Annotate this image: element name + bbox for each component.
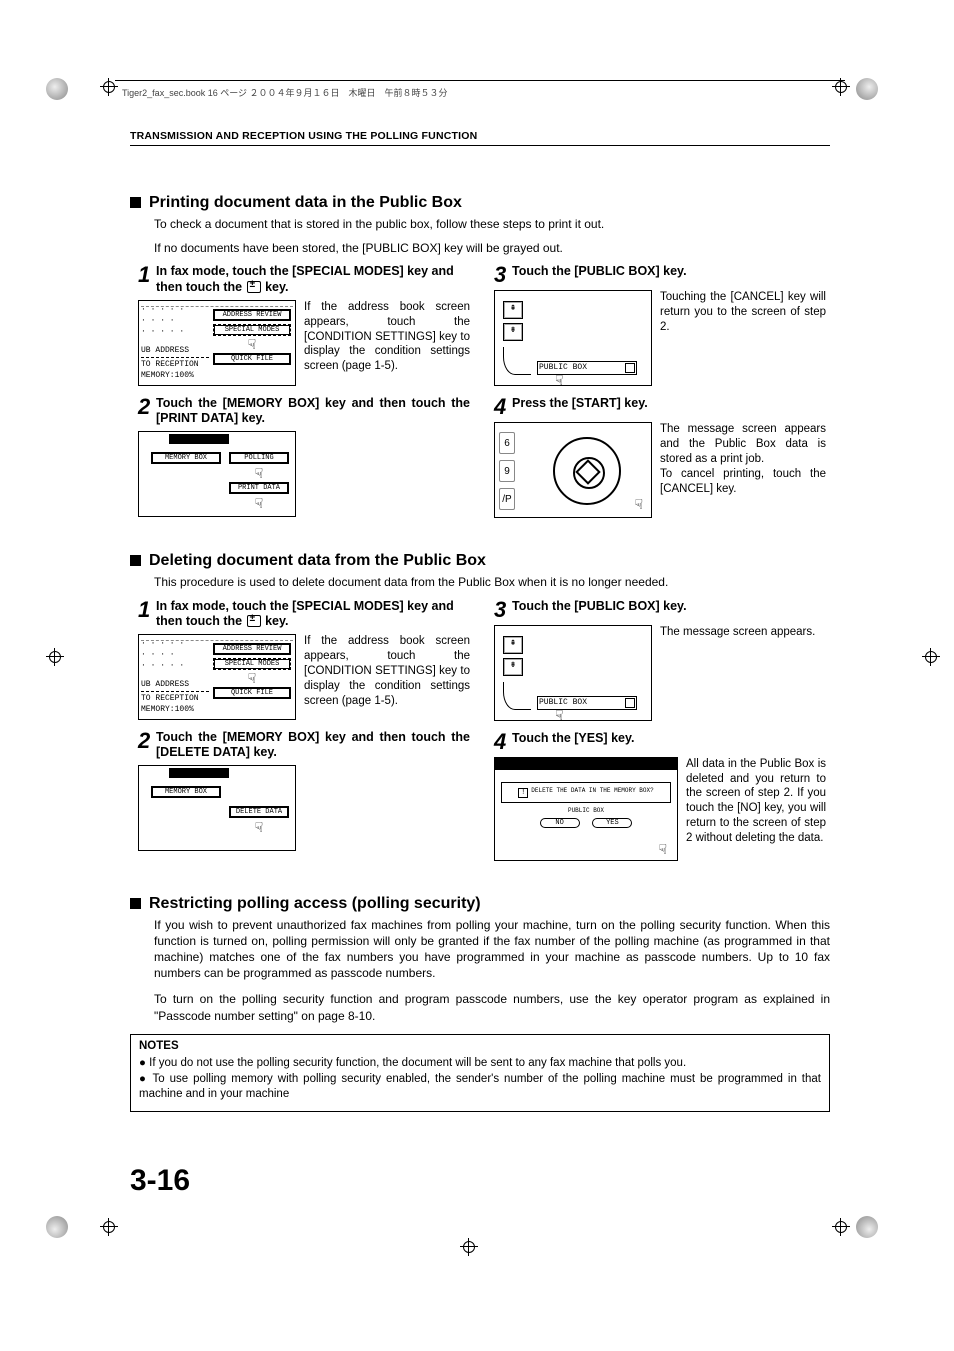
yes-button[interactable]: YES [592,818,632,828]
keypad-9[interactable]: 9 [499,460,515,482]
hand-pointer-icon: ☟ [555,710,563,724]
address-review-button[interactable]: ADDRESS REVIEW [213,309,291,321]
panel-start-key: 6 9 /P ☟ [494,422,652,518]
print-step1: In fax mode, touch the [SPECIAL MODES] k… [156,264,470,295]
notes-item1: If you do not use the polling security f… [139,1056,821,1072]
hand-pointer-icon: ☟ [213,339,291,353]
hand-pointer-icon: ☟ [229,468,289,482]
step-number: 2 [138,396,156,427]
plus-minus-key-icon [247,615,261,627]
step-number: 4 [494,731,512,753]
print-step1-desc: If the address book screen appears, touc… [304,300,470,386]
public-box-button[interactable]: PUBLIC BOX [537,696,637,710]
cropmark-info: Tiger2_fax_sec.book 16 ページ ２００４年９月１６日 木曜… [122,86,448,99]
print-step4-desc: The message screen appears and the Publi… [660,422,826,518]
polling-button[interactable]: POLLING [229,452,289,464]
step-number: 1 [138,264,156,295]
print-step2: Touch the [MEMORY BOX] key and then touc… [156,396,470,427]
special-modes-button[interactable]: SPECIAL MODES [213,324,291,336]
delete-step3-desc: The message screen appears. [660,625,815,721]
hand-pointer-icon: ☟ [659,844,667,858]
quick-file-button[interactable]: QUICK FILE [213,353,291,365]
delete-step3: Touch the [PUBLIC BOX] key. [512,599,687,621]
delete-data-button[interactable]: DELETE DATA [229,806,289,818]
page-number: 3-16 [130,1164,190,1198]
address-review-button[interactable]: ADDRESS REVIEW [213,643,291,655]
panel-confirm-dialog: !DELETE THE DATA IN THE MEMORY BOX? PUBL… [494,757,678,861]
step-number: 3 [494,599,512,621]
hand-pointer-icon: ☟ [635,499,643,513]
hand-pointer-icon: ☟ [229,498,289,512]
step-number: 1 [138,599,156,630]
section-delete-title: Deleting document data from the Public B… [130,552,830,570]
hand-pointer-icon: ☟ [555,375,563,389]
doc-icon [625,698,635,708]
notes-item2: To use polling memory with polling secur… [139,1072,821,1103]
print-step3: Touch the [PUBLIC BOX] key. [512,264,687,286]
special-modes-button[interactable]: SPECIAL MODES [213,658,291,670]
restrict-para1: If you wish to prevent unauthorized fax … [154,917,830,982]
doc-icon [625,363,635,373]
delete-step1: In fax mode, touch the [SPECIAL MODES] k… [156,599,470,630]
step-number: 3 [494,264,512,286]
section-print-intro2: If no documents have been stored, the [P… [154,240,830,256]
plus-minus-key-icon [247,281,261,293]
memory-box-button[interactable]: MEMORY BOX [151,452,221,464]
step-number: 2 [138,730,156,761]
down-arrow-icon[interactable]: ⇟ [503,323,523,341]
up-arrow-icon[interactable]: ⇞ [503,636,523,654]
up-arrow-icon[interactable]: ⇞ [503,301,523,319]
delete-step1-desc: If the address book screen appears, touc… [304,634,470,720]
notes-box: NOTES If you do not use the polling secu… [130,1034,830,1112]
panel-public-box: ⇞ ⇟ PUBLIC BOX ☟ [494,625,652,721]
panel-memory-print: MEMORY BOX POLLING ☟ PRINT DATA ☟ [138,431,296,517]
restrict-para2: To turn on the polling security function… [154,991,830,1023]
hand-pointer-icon: ☟ [213,673,291,687]
print-step4: Press the [START] key. [512,396,648,418]
delete-step4: Touch the [YES] key. [512,731,634,753]
down-arrow-icon[interactable]: ⇟ [503,658,523,676]
public-box-button[interactable]: PUBLIC BOX [537,361,637,375]
section-print-intro1: To check a document that is stored in th… [154,216,830,232]
running-header: TRANSMISSION AND RECEPTION USING THE POL… [130,130,830,146]
delete-step2: Touch the [MEMORY BOX] key and then touc… [156,730,470,761]
section-delete-intro: This procedure is used to delete documen… [154,574,830,590]
quick-file-button[interactable]: QUICK FILE [213,687,291,699]
step-number: 4 [494,396,512,418]
section-print-title: Printing document data in the Public Box [130,194,830,212]
print-step3-desc: Touching the [CANCEL] key will return yo… [660,290,826,386]
panel-public-box: ⇞ ⇟ PUBLIC BOX ☟ [494,290,652,386]
panel-fax-screen: · · · · · · · · · · · · · · UB ADDRESS T… [138,634,296,720]
print-data-button[interactable]: PRINT DATA [229,482,289,494]
panel-fax-screen: · · · · · · · · · · · · · · UB ADDRESS T… [138,300,296,386]
notes-title: NOTES [139,1039,821,1055]
keypad-p[interactable]: /P [499,488,515,510]
panel-memory-delete: MEMORY BOX DELETE DATA ☟ [138,765,296,851]
delete-step4-desc: All data in the Public Box is deleted an… [686,757,826,861]
hand-pointer-icon: ☟ [229,822,289,836]
section-restrict-title: Restricting polling access (polling secu… [130,895,830,913]
keypad-6[interactable]: 6 [499,432,515,454]
no-button[interactable]: NO [540,818,580,828]
memory-box-button[interactable]: MEMORY BOX [151,786,221,798]
warning-icon: ! [518,788,528,798]
